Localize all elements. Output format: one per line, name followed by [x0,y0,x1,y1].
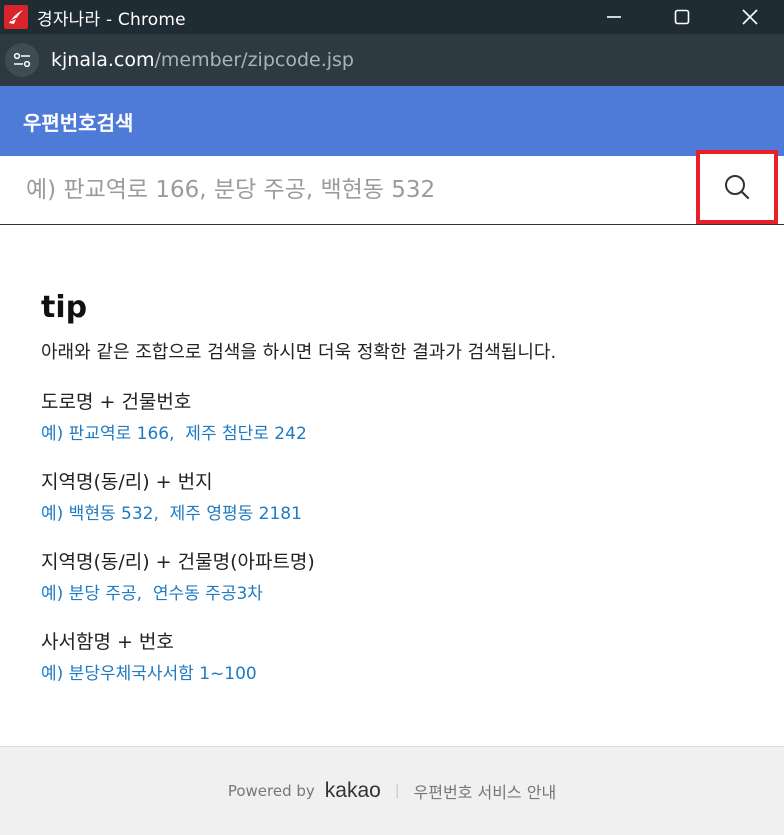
page-title: 우편번호검색 [23,110,134,135]
minimize-icon [607,16,621,18]
window-title: 경자나라 - Chrome [37,9,186,30]
tip-item: 사서함명 + 번호 예) 분당우체국사서함 1~100 [41,630,761,684]
tip-item: 도로명 + 건물번호 예) 판교역로 166, 제주 첨단로 242 [41,390,761,444]
search-button[interactable] [696,150,778,224]
page-footer: Powered by kakao | 우편번호 서비스 안내 [0,746,784,835]
close-button[interactable] [716,0,784,34]
tune-icon [13,52,31,68]
maximize-button[interactable] [648,0,716,34]
site-info-button[interactable] [5,43,39,77]
window-controls [580,0,784,34]
url-text[interactable]: kjnala.com/member/zipcode.jsp [51,49,354,71]
page-header: 우편번호검색 [0,86,784,156]
search-row [0,150,784,225]
tip-description: 아래와 같은 조합으로 검색을 하시면 더욱 정확한 결과가 검색됩니다. [41,342,557,363]
tip-item-label: 사서함명 + 번호 [41,631,174,653]
tip-item-example: 예) 분당우체국사서함 1~100 [41,664,257,684]
tip-item-label: 도로명 + 건물번호 [41,391,192,413]
minimize-button[interactable] [580,0,648,34]
url-path: /member/zipcode.jsp [154,49,354,71]
footer-separator: | [394,783,400,799]
tip-item-example: 예) 분당 주공, 연수동 주공3차 [41,584,263,604]
window-titlebar: 경자나라 - Chrome [0,0,784,34]
maximize-icon [674,9,690,25]
tip-item-label: 지역명(동/리) + 번지 [41,471,213,493]
address-bar: kjnala.com/member/zipcode.jsp [0,34,784,86]
tip-item-label: 지역명(동/리) + 건물명(아파트명) [41,551,315,573]
tip-item-example: 예) 판교역로 166, 제주 첨단로 242 [41,424,307,444]
tip-item: 지역명(동/리) + 번지 예) 백현동 532, 제주 영평동 2181 [41,470,761,524]
search-input[interactable] [0,156,690,224]
search-icon [725,175,750,200]
close-icon [742,9,758,25]
tip-item: 지역명(동/리) + 건물명(아파트명) 예) 분당 주공, 연수동 주공3차 [41,550,761,604]
app-logo-icon [4,5,28,29]
powered-by-text: Powered by [227,782,315,800]
tip-section: tip 아래와 같은 조합으로 검색을 하시면 더욱 정확한 결과가 검색됩니다… [41,288,761,684]
url-domain: kjnala.com [51,49,155,71]
service-info-link[interactable]: 우편번호 서비스 안내 [414,779,557,803]
tip-item-example: 예) 백현동 532, 제주 영평동 2181 [41,504,302,524]
kakao-logo[interactable]: kakao [325,779,381,803]
tip-title: tip [41,290,88,325]
